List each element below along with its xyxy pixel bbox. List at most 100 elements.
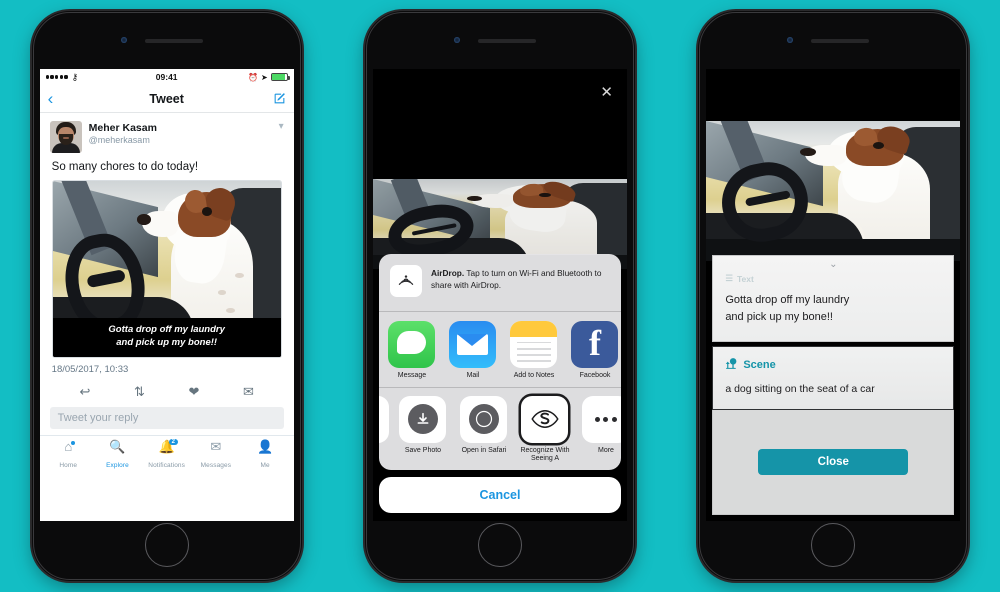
earpiece-speaker — [477, 39, 536, 43]
recognized-text-line-2: and pick up my bone!! — [725, 310, 833, 323]
more-tile — [582, 395, 621, 443]
tab-notifications[interactable]: 2 🔔 Notifications — [142, 439, 191, 472]
scene-title: Scene — [743, 359, 776, 371]
author-names: Meher Kasam @meherkasam — [89, 121, 157, 145]
photo-preview — [706, 121, 961, 261]
caption-line-2: and pick up my bone!! — [116, 337, 218, 349]
action-open-in-safari[interactable]: Open in Safari — [459, 395, 509, 455]
result-panel: ⌄ ☰ Text Gotta drop off my laundry and p… — [712, 255, 955, 515]
airdrop-icon — [389, 265, 422, 298]
tweet-author[interactable]: Meher Kasam @meherkasam ▾ — [40, 113, 294, 157]
recognized-text-line-1: Gotta drop off my laundry — [725, 294, 850, 306]
notes-app-icon — [510, 321, 558, 369]
home-button[interactable] — [811, 523, 856, 567]
bell-icon: 🔔 — [158, 439, 175, 454]
alarm-icon: ⏰ — [247, 72, 258, 82]
earpiece-speaker — [144, 39, 203, 43]
action-label: to — [379, 447, 387, 455]
airdrop-row[interactable]: AirDrop. Tap to turn on Wi-Fi and Blueto… — [379, 254, 621, 311]
action-more[interactable]: More — [581, 395, 621, 455]
front-camera-icon — [453, 37, 460, 43]
tab-home[interactable]: ⌂ Home — [44, 439, 93, 472]
person-icon: 👤 — [256, 439, 274, 454]
tab-me-label: Me — [260, 462, 270, 470]
recognized-text: Gotta drop off my laundry and pick up my… — [725, 292, 941, 325]
search-icon: 🔍 — [109, 439, 126, 454]
status-right: ⏰ ➤ — [247, 72, 290, 82]
phone-1-twitter: ⚷ 09:41 ⏰ ➤ ‹ Tweet Meher Kasam @meherka… — [31, 11, 302, 581]
tab-explore-label: Explore — [106, 462, 129, 470]
location-icon: ➤ — [260, 72, 268, 82]
text-result-section: ⌄ ☰ Text Gotta drop off my laundry and p… — [712, 255, 955, 342]
reply-icon[interactable]: ↩ — [79, 385, 90, 398]
photo-caption: Gotta drop off my laundry and pick up my… — [52, 318, 281, 357]
reply-input[interactable]: Tweet your reply — [49, 407, 284, 429]
share-sheet-overlay: ✕ AirDrop. Tap to turn on Wi-Fi and Blue… — [372, 69, 627, 521]
battery-icon — [270, 73, 290, 81]
chevron-down-icon[interactable]: ⌄ — [725, 260, 941, 270]
tweet-photo[interactable]: Gotta drop off my laundry and pick up my… — [51, 180, 282, 358]
scene-result-section[interactable]: Scene a dog sitting on the seat of a car — [712, 346, 955, 410]
chevron-down-icon[interactable]: ▾ — [279, 121, 284, 132]
facebook-app-icon: f — [571, 321, 619, 369]
recognition-result-screen: ⌄ ☰ Text Gotta drop off my laundry and p… — [706, 69, 961, 521]
action-label: Recognize With Seeing A — [520, 446, 570, 462]
tab-me[interactable]: 👤 Me — [240, 439, 289, 472]
compose-icon[interactable] — [273, 92, 286, 105]
close-button[interactable]: Close — [758, 449, 909, 475]
share-target-notes[interactable]: Add to Notes — [509, 321, 559, 380]
author-display-name: Meher Kasam — [88, 122, 157, 134]
text-section-kicker: ☰ Text — [725, 273, 941, 284]
heart-icon[interactable]: ❤ — [188, 385, 199, 398]
phone-2-screen: ✕ AirDrop. Tap to turn on Wi-Fi and Blue… — [372, 69, 627, 521]
phone-3-screen: ⌄ ☰ Text Gotta drop off my laundry and p… — [706, 69, 961, 521]
activity-sheet: AirDrop. Tap to turn on Wi-Fi and Blueto… — [378, 254, 621, 513]
scene-tree-icon — [725, 357, 738, 373]
cancel-button[interactable]: Cancel — [378, 477, 621, 513]
phone-3-result: ⌄ ☰ Text Gotta drop off my laundry and p… — [698, 11, 969, 581]
save-download-icon — [407, 404, 438, 435]
twitter-app: ‹ Tweet Meher Kasam @meherkasam ▾ So man… — [39, 85, 294, 521]
tab-notifications-label: Notifications — [148, 462, 186, 470]
action-label: More — [598, 446, 614, 454]
phone-1-screen: ⚷ 09:41 ⏰ ➤ ‹ Tweet Meher Kasam @meherka… — [39, 69, 294, 521]
tab-bar: ⌂ Home 🔍 Explore 2 🔔 Notifications ✉ Mes… — [39, 435, 294, 476]
share-target-facebook[interactable]: f Facebook — [570, 321, 620, 380]
messages-app-icon — [388, 321, 436, 369]
share-envelope-icon[interactable]: ✉ — [243, 385, 254, 398]
action-label: Open in Safari — [461, 446, 507, 454]
app-share-row: Message Mail Add to Notes f Facebook — [379, 312, 621, 387]
share-target-message[interactable]: Message — [387, 321, 437, 380]
share-target-label: Message — [397, 372, 427, 380]
action-recognize-seeing-ai[interactable]: Recognize With Seeing A — [520, 395, 570, 463]
tweet-text: So many chores to do today! — [51, 161, 199, 173]
retweet-icon[interactable]: ⇅ — [134, 385, 145, 398]
save-photo-tile — [399, 395, 447, 443]
tab-messages-label: Messages — [200, 462, 232, 470]
tab-explore[interactable]: 🔍 Explore — [93, 439, 142, 472]
avatar[interactable] — [49, 121, 82, 153]
home-button[interactable] — [477, 523, 522, 567]
partial-icon — [378, 395, 389, 443]
dog-in-car-photo — [706, 121, 961, 261]
sheet-card: AirDrop. Tap to turn on Wi-Fi and Blueto… — [378, 254, 621, 470]
safari-compass-icon — [468, 404, 499, 435]
action-label: Save Photo — [404, 446, 442, 454]
tweet-detail: Meher Kasam @meherkasam ▾ So many chores… — [39, 113, 294, 521]
tab-messages[interactable]: ✉ Messages — [191, 439, 240, 472]
share-target-mail[interactable]: Mail — [448, 321, 498, 380]
text-icon: ☰ — [725, 273, 733, 283]
author-handle: @meherkasam — [88, 134, 150, 145]
home-button[interactable] — [144, 523, 189, 567]
action-save-photo[interactable]: Save Photo — [398, 395, 448, 455]
scene-description: a dog sitting on the seat of a car — [725, 383, 875, 395]
action-row: to Save Photo — [378, 388, 621, 470]
tweet-action-bar: ↩ ⇅ ❤ ✉ — [40, 377, 294, 407]
close-x-icon[interactable]: ✕ — [600, 85, 613, 100]
tweet-timestamp: 18/05/2017, 10:33 — [51, 364, 129, 375]
action-partial-left[interactable]: to — [378, 395, 389, 455]
airdrop-title: AirDrop. — [430, 268, 465, 279]
status-bar: ⚷ 09:41 ⏰ ➤ — [39, 69, 294, 85]
text-section-label: Text — [736, 273, 754, 284]
share-target-label: Add to Notes — [513, 372, 555, 380]
